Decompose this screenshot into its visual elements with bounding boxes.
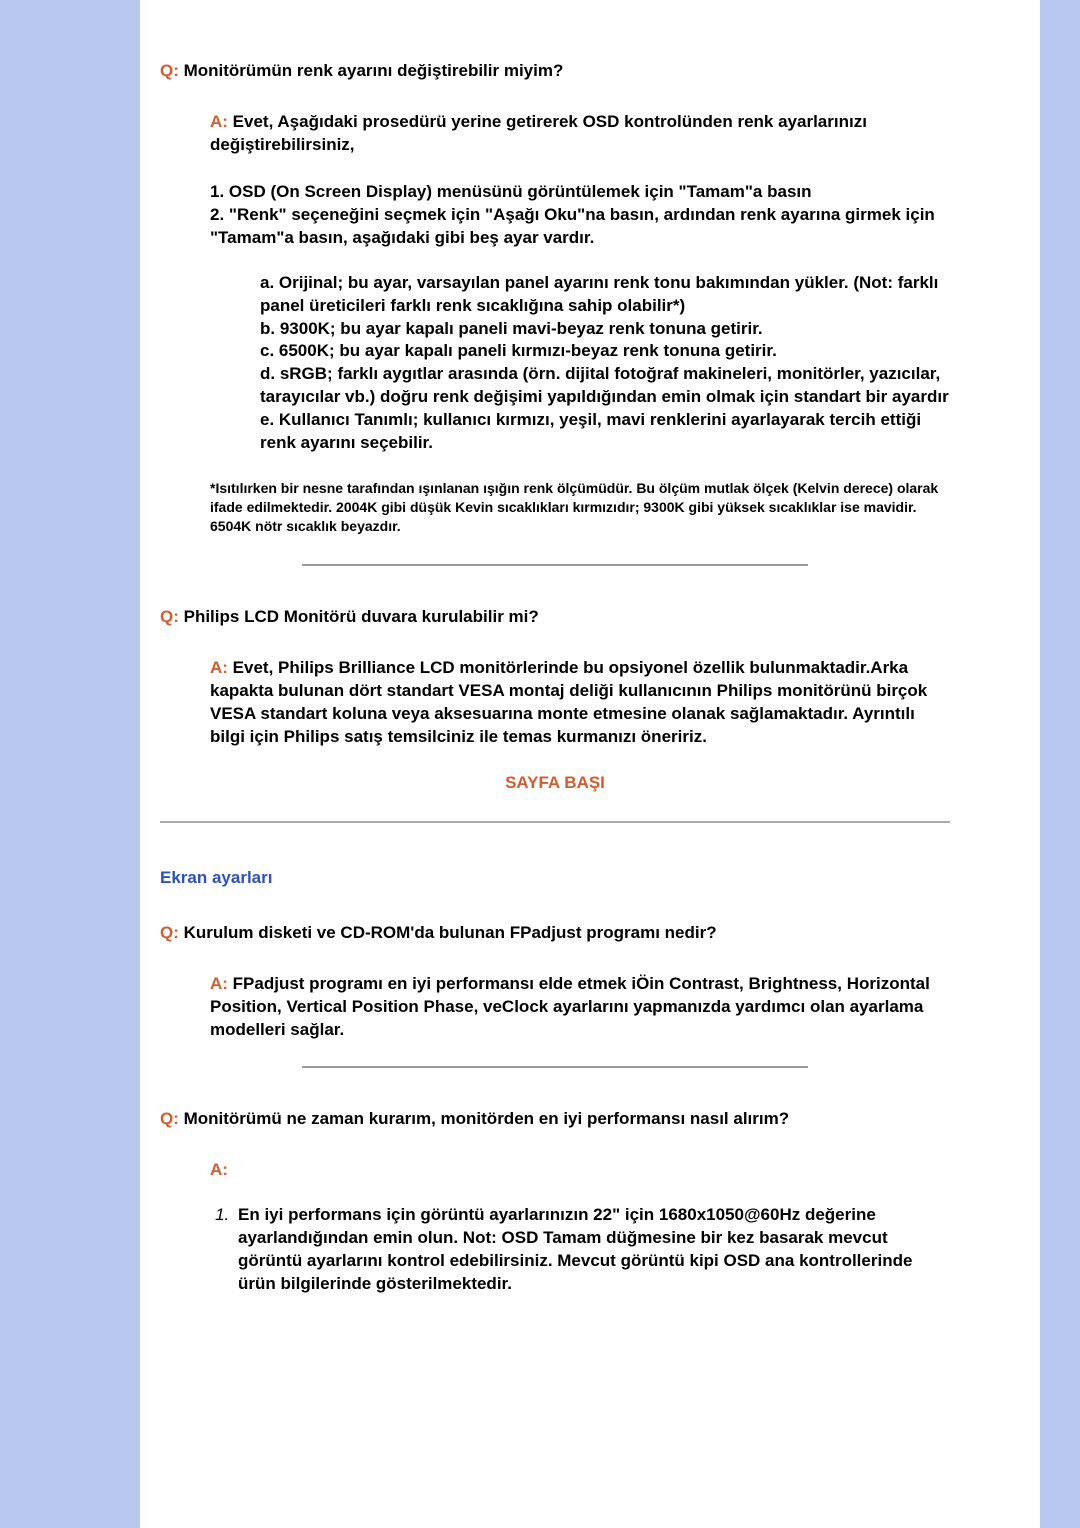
a-label: A: — [210, 1160, 228, 1179]
a1-block: A: Evet, Aşağıdaki prosedürü yerine geti… — [210, 111, 950, 157]
a4-label-only: A: — [210, 1159, 950, 1182]
q3-line: Q: Kurulum disketi ve CD-ROM'da bulunan … — [160, 922, 950, 945]
back-to-top-link[interactable]: SAYFA BAŞI — [160, 772, 950, 795]
q1-line: Q: Monitörümün renk ayarını değiştirebil… — [160, 60, 950, 83]
section-title-ekran: Ekran ayarları — [160, 867, 950, 890]
a1-footnote: *Isıtılırken bir nesne tarafından ışınla… — [210, 479, 950, 536]
document-page: Q: Monitörümün renk ayarını değiştirebil… — [140, 0, 1040, 1528]
a1-opt-e: e. Kullanıcı Tanımlı; kullanıcı kırmızı,… — [260, 409, 950, 455]
a1-opt-d: d. sRGB; farklı aygıtlar arasında (örn. … — [260, 363, 950, 409]
q4-line: Q: Monitörümü ne zaman kurarım, monitörd… — [160, 1108, 950, 1131]
a1-text: Evet, Aşağıdaki prosedürü yerine getirer… — [210, 112, 867, 154]
q-label: Q: — [160, 1109, 179, 1128]
a1-options: a. Orijinal; bu ayar, varsayılan panel a… — [260, 272, 950, 456]
a1-opt-c: c. 6500K; bu ayar kapalı paneli kırmızı-… — [260, 340, 950, 363]
a-label: A: — [210, 112, 228, 131]
a1-steps: 1. OSD (On Screen Display) menüsünü görü… — [210, 181, 950, 455]
q2-text: Philips LCD Monitörü duvara kurulabilir … — [179, 607, 539, 626]
section-divider — [160, 821, 950, 823]
a4-item-1: En iyi performans için görüntü ayarların… — [234, 1204, 950, 1296]
a2-block: A: Evet, Philips Brilliance LCD monitörl… — [210, 657, 950, 749]
a-label: A: — [210, 658, 228, 677]
q-label: Q: — [160, 923, 179, 942]
a4-ordered-list: En iyi performans için görüntü ayarların… — [234, 1204, 950, 1296]
a3-block: A: FPadjust programı en iyi performansı … — [210, 973, 950, 1042]
a1-step-1: 1. OSD (On Screen Display) menüsünü görü… — [210, 181, 950, 204]
divider — [302, 564, 808, 566]
q-label: Q: — [160, 607, 179, 626]
a1-opt-b: b. 9300K; bu ayar kapalı paneli mavi-bey… — [260, 318, 950, 341]
divider — [302, 1066, 808, 1068]
a1-opt-a: a. Orijinal; bu ayar, varsayılan panel a… — [260, 272, 950, 318]
a2-text: Evet, Philips Brilliance LCD monitörleri… — [210, 658, 927, 746]
q-label: Q: — [160, 61, 179, 80]
q1-text: Monitörümün renk ayarını değiştirebilir … — [179, 61, 563, 80]
a3-text: FPadjust programı en iyi performansı eld… — [210, 974, 930, 1039]
a-label: A: — [210, 974, 228, 993]
q2-line: Q: Philips LCD Monitörü duvara kurulabil… — [160, 606, 950, 629]
q3-text: Kurulum disketi ve CD-ROM'da bulunan FPa… — [179, 923, 717, 942]
a1-step-2: 2. "Renk" seçeneğini seçmek için "Aşağı … — [210, 204, 950, 250]
q4-text: Monitörümü ne zaman kurarım, monitörden … — [179, 1109, 789, 1128]
